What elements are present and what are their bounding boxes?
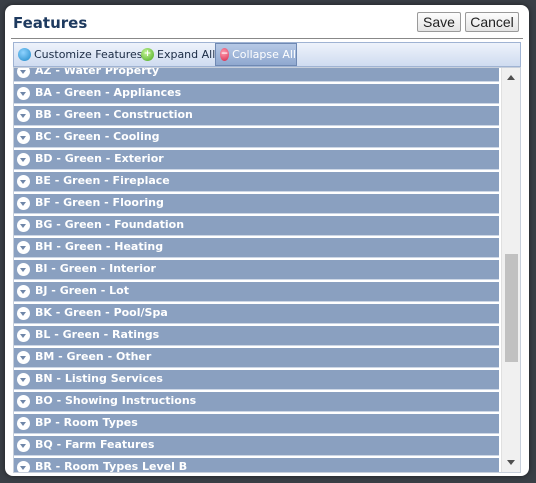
chevron-down-icon[interactable] bbox=[17, 197, 30, 210]
feature-group-row[interactable]: BK - Green - Pool/Spa bbox=[14, 304, 499, 324]
dialog-header: Features Save Cancel bbox=[5, 5, 529, 39]
expand-icon: + bbox=[141, 48, 154, 61]
cancel-button[interactable]: Cancel bbox=[465, 12, 519, 32]
feature-group-label: BC - Green - Cooling bbox=[35, 130, 160, 143]
expand-all-label: Expand All bbox=[157, 48, 216, 61]
dialog-title: Features bbox=[13, 14, 88, 32]
feature-group-label: AZ - Water Property bbox=[35, 67, 160, 77]
feature-group-row[interactable]: BG - Green - Foundation bbox=[14, 216, 499, 236]
feature-group-label: BI - Green - Interior bbox=[35, 262, 156, 275]
scroll-up-arrow-icon[interactable] bbox=[502, 68, 520, 85]
chevron-down-icon[interactable] bbox=[17, 68, 30, 78]
chevron-down-icon[interactable] bbox=[17, 131, 30, 144]
feature-group-label: BF - Green - Flooring bbox=[35, 196, 164, 209]
feature-group-row[interactable]: BQ - Farm Features bbox=[14, 436, 499, 456]
save-button[interactable]: Save bbox=[417, 12, 461, 32]
collapse-all-button[interactable]: − Collapse All bbox=[215, 43, 297, 66]
chevron-down-icon[interactable] bbox=[17, 109, 30, 122]
feature-group-label: BE - Green - Fireplace bbox=[35, 174, 170, 187]
feature-group-row[interactable]: BD - Green - Exterior bbox=[14, 150, 499, 170]
feature-group-row[interactable]: BF - Green - Flooring bbox=[14, 194, 499, 214]
chevron-down-icon[interactable] bbox=[17, 351, 30, 364]
chevron-down-icon[interactable] bbox=[17, 175, 30, 188]
chevron-down-icon[interactable] bbox=[17, 373, 30, 386]
chevron-down-icon[interactable] bbox=[17, 153, 30, 166]
feature-group-row[interactable]: BR - Room Types Level B bbox=[14, 458, 499, 473]
feature-group-label: BR - Room Types Level B bbox=[35, 460, 188, 473]
chevron-down-icon[interactable] bbox=[17, 219, 30, 232]
feature-group-label: BQ - Farm Features bbox=[35, 438, 155, 451]
feature-group-row[interactable]: BO - Showing Instructions bbox=[14, 392, 499, 412]
customize-icon bbox=[18, 48, 31, 61]
feature-group-label: BJ - Green - Lot bbox=[35, 284, 129, 297]
feature-group-label: BL - Green - Ratings bbox=[35, 328, 160, 341]
feature-group-label: BK - Green - Pool/Spa bbox=[35, 306, 168, 319]
feature-group-label: BN - Listing Services bbox=[35, 372, 163, 385]
feature-group-label: BH - Green - Heating bbox=[35, 240, 164, 253]
feature-group-row[interactable]: BA - Green - Appliances bbox=[14, 84, 499, 104]
feature-group-row[interactable]: BN - Listing Services bbox=[14, 370, 499, 390]
feature-group-label: BD - Green - Exterior bbox=[35, 152, 164, 165]
chevron-down-icon[interactable] bbox=[17, 329, 30, 342]
features-list-container: AZ - Water Property BA - Green - Applianc… bbox=[13, 67, 521, 473]
feature-group-label: BG - Green - Foundation bbox=[35, 218, 185, 231]
scroll-down-arrow-icon[interactable] bbox=[502, 455, 520, 472]
feature-group-row[interactable]: BE - Green - Fireplace bbox=[14, 172, 499, 192]
feature-group-row[interactable]: BJ - Green - Lot bbox=[14, 282, 499, 302]
features-dialog: Features Save Cancel Customize Features … bbox=[5, 5, 529, 476]
feature-group-row[interactable]: BH - Green - Heating bbox=[14, 238, 499, 258]
feature-group-row[interactable]: BM - Green - Other bbox=[14, 348, 499, 368]
feature-group-label: BP - Room Types bbox=[35, 416, 138, 429]
feature-group-label: BM - Green - Other bbox=[35, 350, 152, 363]
chevron-down-icon[interactable] bbox=[17, 439, 30, 452]
header-divider bbox=[11, 38, 523, 39]
customize-features-button[interactable]: Customize Features bbox=[18, 44, 143, 65]
collapse-all-label: Collapse All bbox=[232, 48, 296, 61]
vertical-scrollbar[interactable] bbox=[501, 68, 520, 472]
features-list: AZ - Water Property BA - Green - Applianc… bbox=[14, 67, 502, 473]
chevron-down-icon[interactable] bbox=[17, 87, 30, 100]
chevron-down-icon[interactable] bbox=[17, 395, 30, 408]
collapse-icon: − bbox=[220, 48, 230, 61]
chevron-down-icon[interactable] bbox=[17, 461, 30, 472]
chevron-down-icon[interactable] bbox=[17, 417, 30, 430]
chevron-down-icon[interactable] bbox=[17, 263, 30, 276]
feature-group-label: BB - Green - Construction bbox=[35, 108, 193, 121]
feature-group-row[interactable]: AZ - Water Property bbox=[14, 67, 499, 82]
feature-group-row[interactable]: BC - Green - Cooling bbox=[14, 128, 499, 148]
expand-all-button[interactable]: + Expand All bbox=[141, 44, 215, 65]
chevron-down-icon[interactable] bbox=[17, 307, 30, 320]
feature-group-label: BA - Green - Appliances bbox=[35, 86, 182, 99]
scrollbar-thumb[interactable] bbox=[505, 254, 518, 362]
feature-group-row[interactable]: BB - Green - Construction bbox=[14, 106, 499, 126]
chevron-down-icon[interactable] bbox=[17, 285, 30, 298]
feature-group-row[interactable]: BI - Green - Interior bbox=[14, 260, 499, 280]
features-toolbar: Customize Features + Expand All − Collap… bbox=[13, 42, 521, 67]
feature-group-row[interactable]: BP - Room Types bbox=[14, 414, 499, 434]
chevron-down-icon[interactable] bbox=[17, 241, 30, 254]
feature-group-label: BO - Showing Instructions bbox=[35, 394, 197, 407]
customize-features-label: Customize Features bbox=[34, 48, 143, 61]
feature-group-row[interactable]: BL - Green - Ratings bbox=[14, 326, 499, 346]
